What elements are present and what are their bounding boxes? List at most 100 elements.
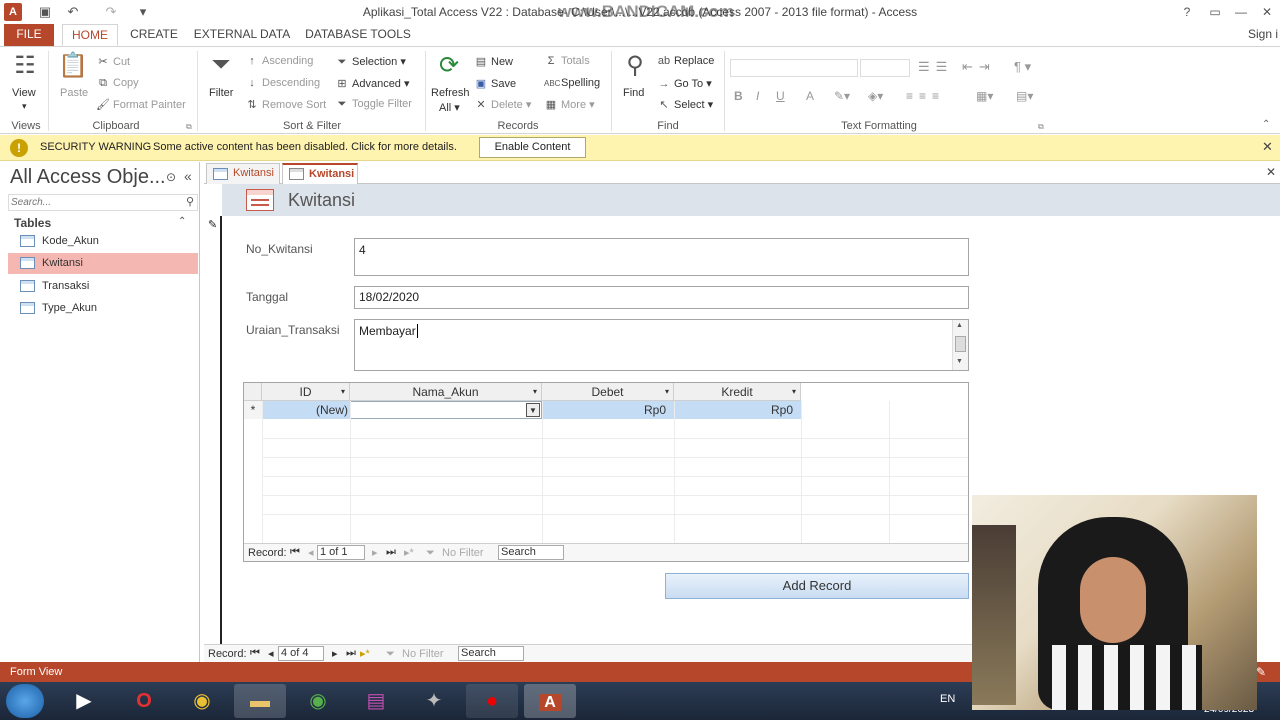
refresh-all-button[interactable]: Refresh <box>431 87 470 99</box>
cell-id[interactable]: (New) <box>262 401 350 419</box>
help-button[interactable]: ? <box>1174 2 1200 22</box>
nav-menu-icon[interactable]: ⊙ <box>166 170 176 184</box>
first-record-icon[interactable]: ⏮ <box>250 647 260 660</box>
new-row-marker[interactable]: * <box>244 401 262 419</box>
delete-button[interactable]: ✕ Delete ▾ <box>474 98 531 111</box>
subform-filter-status[interactable]: No Filter <box>442 547 484 559</box>
next-record-icon[interactable]: ▸ <box>332 647 338 660</box>
shutter-bar-icon[interactable]: « <box>184 168 192 184</box>
alternate-row-color-icon[interactable]: ▤▾ <box>1016 89 1033 103</box>
select-all-corner[interactable] <box>244 383 262 401</box>
paste-button[interactable]: Paste <box>60 87 88 99</box>
nav-pane-title[interactable]: All Access Obje... <box>10 166 166 189</box>
close-warning-icon[interactable]: ✕ <box>1262 139 1273 155</box>
record-selector[interactable]: ✎ <box>204 216 222 644</box>
new-record-nav-icon[interactable]: ▸* <box>360 647 370 660</box>
tab-database-tools[interactable]: DATABASE TOOLS <box>300 24 416 46</box>
tab-file[interactable]: FILE <box>4 24 54 46</box>
scroll-down-icon[interactable]: ▼ <box>956 358 963 365</box>
selection-button[interactable]: ⏷ Selection ▾ <box>335 55 406 69</box>
doc-tab-kwitansi-table[interactable]: Kwitansi <box>206 163 280 184</box>
tab-home[interactable]: HOME <box>62 24 118 46</box>
tab-create[interactable]: CREATE <box>124 24 184 46</box>
cut-button[interactable]: ✂ Cut <box>96 55 130 68</box>
prev-record-icon[interactable]: ◂ <box>268 647 274 660</box>
font-size-select[interactable] <box>860 59 910 77</box>
opera-icon[interactable]: O <box>118 684 170 718</box>
nav-item-type-akun[interactable]: Type_Akun <box>8 298 198 319</box>
tables-section-header[interactable]: Tables <box>14 216 51 230</box>
column-dropdown-icon[interactable]: ▾ <box>341 383 345 401</box>
font-color-button[interactable]: A <box>806 89 814 103</box>
more-button[interactable]: ▦ More ▾ <box>544 98 595 111</box>
first-record-icon[interactable]: ⏮ <box>290 546 300 559</box>
bold-button[interactable]: B <box>734 89 743 103</box>
new-record-nav-icon[interactable]: ▸* <box>404 546 414 559</box>
dialog-launcher-icon[interactable]: ⧉ <box>186 122 192 132</box>
remove-sort-button[interactable]: ⇅ Remove Sort <box>245 98 326 111</box>
form-filter-status[interactable]: No Filter <box>402 648 444 660</box>
nav-search-box[interactable]: ⚲ <box>8 194 198 211</box>
scroll-up-icon[interactable]: ▲ <box>956 322 963 329</box>
save-record-button[interactable]: ▣ Save <box>474 77 516 90</box>
filter-button[interactable]: Filter <box>209 87 233 99</box>
collapse-ribbon-icon[interactable]: ⌃ <box>1262 119 1270 130</box>
fill-color-icon[interactable]: ◈▾ <box>868 89 883 103</box>
collapse-section-icon[interactable]: ⌃ <box>178 216 186 227</box>
list-buttons[interactable]: ☰☰ <box>918 59 953 75</box>
subform-record-position[interactable]: 1 of 1 <box>317 545 365 560</box>
tab-external-data[interactable]: EXTERNAL DATA <box>192 24 292 46</box>
next-record-icon[interactable]: ▸ <box>372 546 378 559</box>
close-window-button[interactable]: ✕ <box>1254 2 1280 22</box>
subform-search-box[interactable]: Search <box>498 545 564 560</box>
tanggal-field[interactable]: 18/02/2020 <box>354 286 969 309</box>
new-record-button[interactable]: ▤ New <box>474 55 513 68</box>
security-warning-message[interactable]: Some active content has been disabled. C… <box>153 141 457 153</box>
explorer-icon[interactable]: ▬ <box>234 684 286 718</box>
form-search-box[interactable]: Search <box>458 646 524 661</box>
find-button[interactable]: Find <box>623 87 644 99</box>
start-button-icon[interactable] <box>6 684 44 718</box>
descending-button[interactable]: ↓ Descending <box>245 77 320 89</box>
goto-button[interactable]: → Go To ▾ <box>657 77 712 90</box>
underline-button[interactable]: U <box>776 89 785 103</box>
italic-button[interactable]: I <box>756 89 759 103</box>
nav-item-kwitansi[interactable]: Kwitansi <box>8 253 198 274</box>
font-name-select[interactable] <box>730 59 858 77</box>
language-indicator[interactable]: EN <box>940 693 955 705</box>
app-icon[interactable]: ✦ <box>408 684 460 718</box>
ribbon-display-icon[interactable]: ▭ <box>1202 2 1228 22</box>
column-dropdown-icon[interactable]: ▾ <box>665 383 669 401</box>
gridlines-icon[interactable]: ▦▾ <box>976 89 993 103</box>
last-record-icon[interactable]: ⏭ <box>346 647 356 660</box>
column-dropdown-icon[interactable]: ▾ <box>533 383 537 401</box>
winrar-icon[interactable]: ▤ <box>350 684 402 718</box>
sign-in-link[interactable]: Sign i <box>1248 27 1278 41</box>
column-header-kredit[interactable]: Kredit ▾ <box>674 383 801 401</box>
column-header-id[interactable]: ID ▾ <box>262 383 350 401</box>
nav-search-input[interactable] <box>11 195 171 210</box>
paragraph-icon[interactable]: ¶ ▾ <box>1014 59 1031 75</box>
format-painter-button[interactable]: 🖌 Format Painter <box>96 98 186 111</box>
nav-item-transaksi[interactable]: Transaksi <box>8 276 198 297</box>
media-player-icon[interactable]: ▶ <box>58 684 110 718</box>
cell-nama-akun[interactable]: ▼ <box>350 401 542 419</box>
search-icon[interactable]: ⚲ <box>186 195 194 208</box>
scrollbar[interactable]: ▲ ▼ <box>952 320 968 370</box>
highlight-icon[interactable]: ✎▾ <box>834 89 850 103</box>
last-record-icon[interactable]: ⏭ <box>386 546 396 559</box>
totals-button[interactable]: Σ Totals <box>544 55 590 67</box>
doc-tab-kwitansi-form[interactable]: Kwitansi <box>282 163 358 184</box>
chrome-icon[interactable]: ◉ <box>176 684 228 718</box>
access-taskbar-icon[interactable]: A <box>524 684 576 718</box>
indent-buttons[interactable]: ⇤⇥ <box>962 59 996 75</box>
view-button[interactable]: View <box>12 87 36 99</box>
scroll-thumb[interactable] <box>955 336 966 352</box>
no-filter-icon[interactable]: ⏷ <box>386 648 395 661</box>
copy-button[interactable]: ⧉ Copy <box>96 77 139 90</box>
view-dropdown-icon[interactable]: ▾ <box>22 101 27 112</box>
no-filter-icon[interactable]: ⏷ <box>426 547 435 560</box>
dialog-launcher-icon[interactable]: ⧉ <box>1038 122 1044 132</box>
replace-button[interactable]: ab Replace <box>657 55 714 67</box>
cell-kredit[interactable]: Rp0 <box>674 401 801 419</box>
